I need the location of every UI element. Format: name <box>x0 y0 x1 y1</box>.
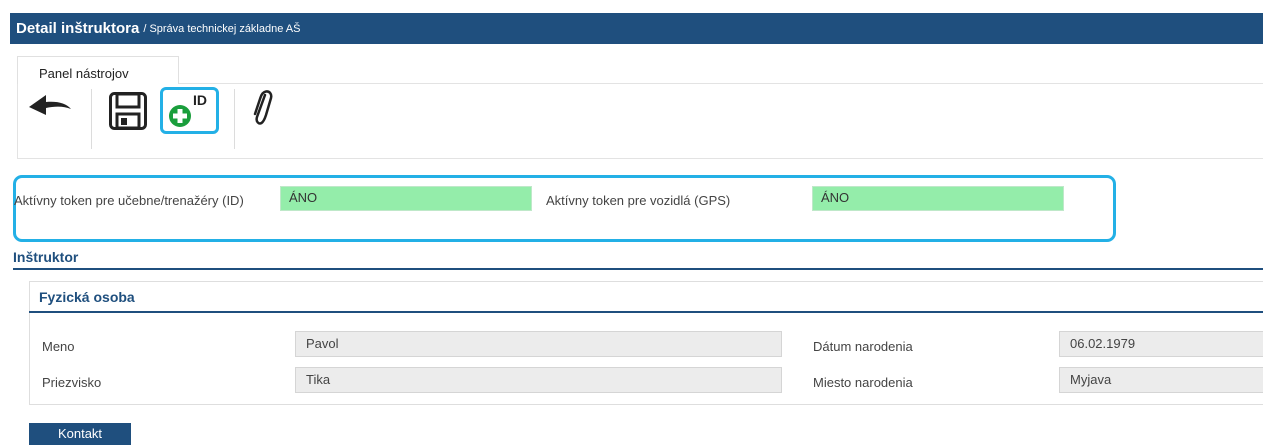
page-title: Detail inštruktora <box>16 20 140 37</box>
vehicle-token-field: ÁNO <box>812 186 1064 211</box>
first-name-field: Pavol <box>295 331 782 357</box>
birth-date-field: 06.02.1979 <box>1059 331 1263 357</box>
toolbar-divider <box>234 89 235 149</box>
save-icon <box>109 92 147 130</box>
breadcrumb-separator: / <box>143 22 147 35</box>
contact-button[interactable]: Kontakt <box>29 423 131 445</box>
classroom-token-field: ÁNO <box>280 186 532 211</box>
first-name-label: Meno <box>42 339 75 354</box>
add-id-highlight <box>160 87 219 134</box>
back-button[interactable] <box>26 88 74 122</box>
birth-place-label: Miesto narodenia <box>813 375 913 390</box>
breadcrumb: Správa technickej základne AŠ <box>149 22 301 35</box>
attachment-button[interactable] <box>248 88 276 128</box>
birth-date-label: Dátum narodenia <box>813 339 913 354</box>
last-name-field: Tika <box>295 367 782 393</box>
save-button[interactable] <box>106 90 150 132</box>
tab-toolbar[interactable]: Panel nástrojov <box>17 56 179 84</box>
toolbar-divider <box>91 89 92 149</box>
classroom-token-label: Aktívny token pre učebne/trenažéry (ID) <box>14 193 244 208</box>
attachment-icon <box>253 90 273 125</box>
page-header: Detail inštruktora / Správa technickej z… <box>10 13 1263 44</box>
section-divider <box>13 268 1263 270</box>
person-panel-title: Fyzická osoba <box>39 289 135 305</box>
section-title-instructor: Inštruktor <box>13 249 79 265</box>
back-arrow-icon <box>29 95 71 115</box>
vehicle-token-label: Aktívny token pre vozidlá (GPS) <box>546 193 731 208</box>
person-panel-divider <box>29 311 1263 313</box>
birth-place-field: Myjava <box>1059 367 1263 393</box>
last-name-label: Priezvisko <box>42 375 102 390</box>
